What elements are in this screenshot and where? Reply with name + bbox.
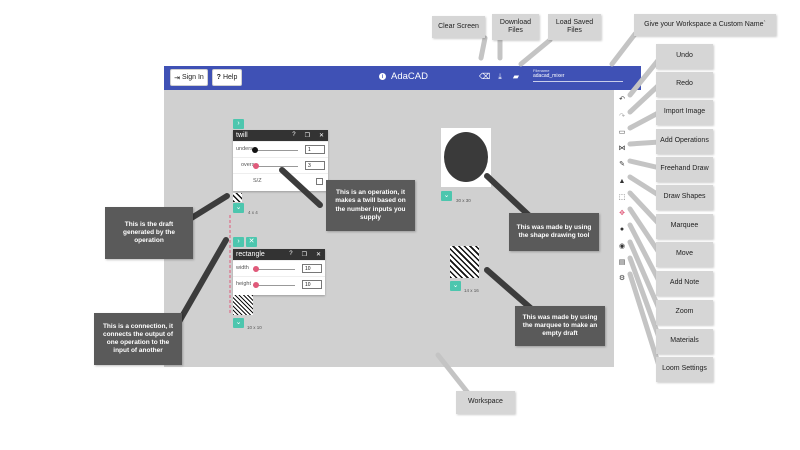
label-clear-screen: Clear Screen (432, 16, 485, 38)
label-redo: Redo (656, 72, 713, 97)
label-materials: Materials (656, 329, 713, 354)
callout-shape-tool: This was made by using the shape drawing… (509, 213, 599, 251)
label-workspace: Workspace (456, 391, 515, 414)
label-marquee: Marquee (656, 214, 713, 239)
callout-operation: This is an operation, it makes a twill b… (326, 180, 415, 231)
label-freehand-draw: Freehand Draw (656, 157, 713, 182)
label-add-operations: Add Operations (656, 129, 713, 154)
callout-marquee-draft: This was made by using the marquee to ma… (515, 306, 605, 346)
label-add-note: Add Note (656, 271, 713, 296)
label-undo: Undo (656, 44, 713, 69)
label-download-files: Download Files (492, 14, 539, 40)
callout-connection: This is a connection, it connects the ou… (94, 313, 182, 365)
label-move: Move (656, 242, 713, 267)
callout-draft: This is the draft generated by the opera… (105, 207, 193, 259)
label-loom-settings: Loom Settings (656, 357, 713, 382)
label-draw-shapes: Draw Shapes (656, 185, 713, 210)
label-load-saved-files: Load Saved Files (548, 14, 601, 40)
label-zoom: Zoom (656, 300, 713, 325)
label-custom-name: Give your Workspace a Custom Name` (634, 14, 776, 36)
tutorial-screenshot: ⇥ Sign In ? Help i AdaCAD ⌫ ⤓ ▰ Filename… (0, 0, 800, 450)
label-import-image: Import Image (656, 100, 713, 125)
